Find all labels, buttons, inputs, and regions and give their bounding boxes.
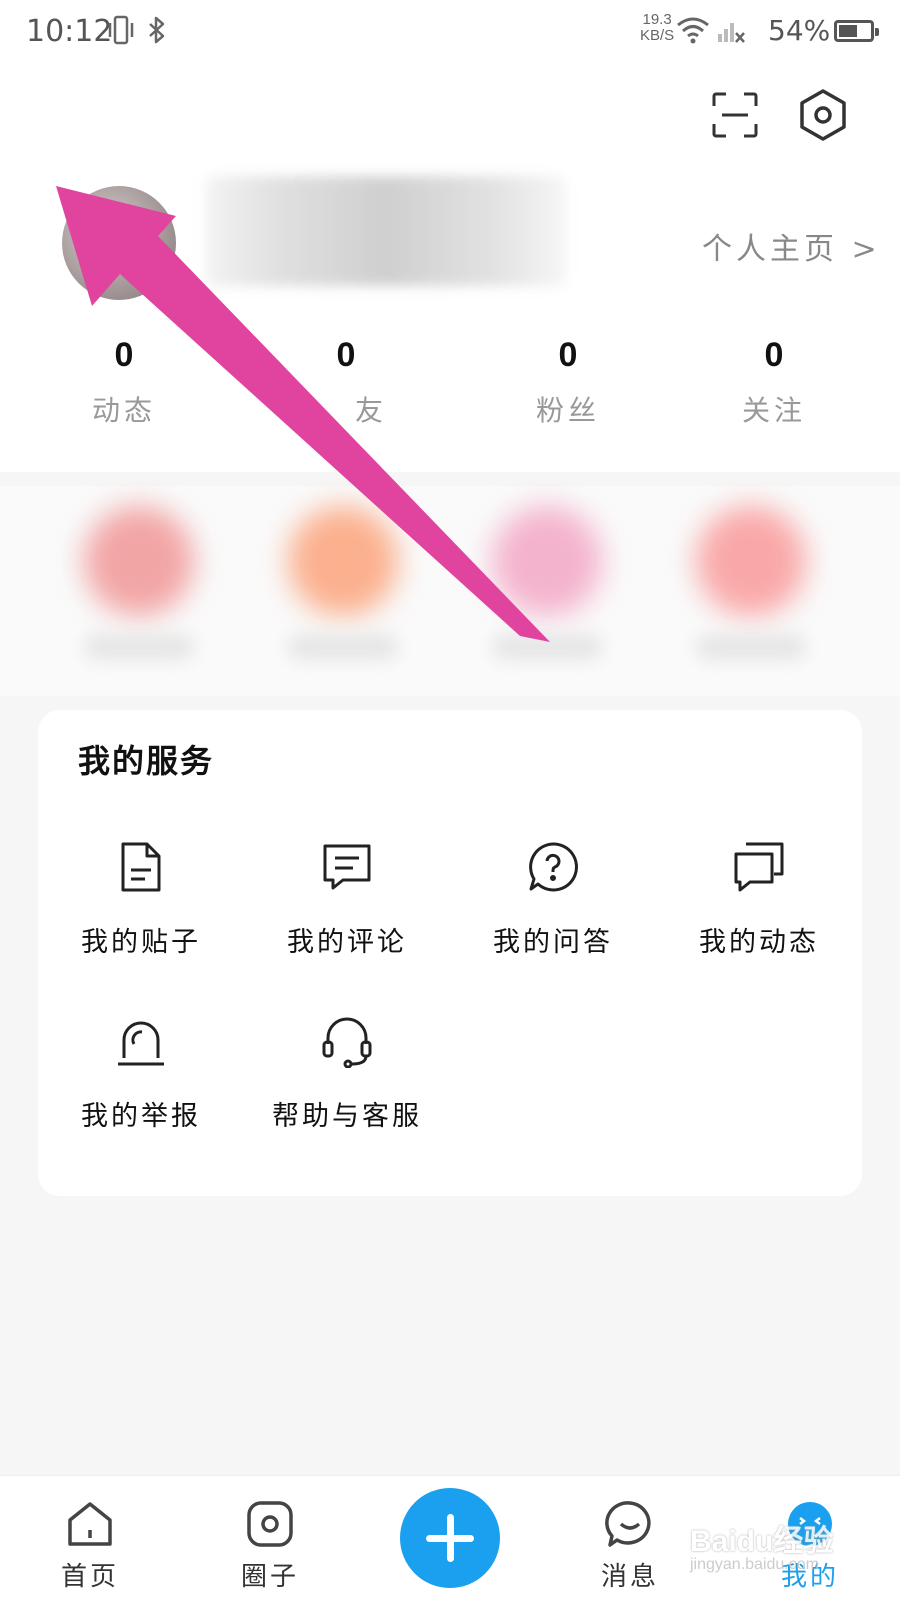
settings-icon[interactable] [798, 88, 848, 146]
comment-icon [323, 844, 371, 890]
wifi-icon [676, 16, 710, 51]
alarm-siren-icon [118, 1021, 164, 1066]
baidu-watermark-site: jingyan.baidu.com [690, 1556, 819, 1573]
shortcut-icon-blurred[interactable] [696, 506, 806, 616]
service-label: 我的动态 [699, 927, 819, 958]
nav-circle[interactable]: 圈子 [210, 1500, 330, 1593]
stat-value: 0 [336, 336, 356, 374]
message-icon [605, 1501, 651, 1547]
service-my-qa[interactable]: 我的问答 [450, 840, 656, 959]
cellular-signal-icon [716, 16, 746, 51]
home-icon [68, 1502, 112, 1546]
homepage-link[interactable]: 个人主页 > [702, 224, 881, 268]
shortcut-label-blurred [84, 634, 194, 660]
shortcut-icon-blurred[interactable] [84, 506, 194, 616]
stat-label: 粉丝 [535, 394, 600, 427]
headset-icon [322, 1017, 372, 1068]
service-my-activity[interactable]: 我的动态 [656, 840, 862, 959]
baidu-watermark: Baidu经验 [690, 1525, 834, 1558]
bluetooth-icon [146, 14, 168, 55]
service-label: 我的贴子 [81, 927, 201, 958]
service-help[interactable]: 帮助与客服 [244, 1014, 450, 1133]
chat-bubbles-icon [734, 842, 784, 892]
nav-home[interactable]: 首页 [30, 1500, 150, 1593]
scan-icon[interactable] [712, 92, 758, 142]
service-label: 我的评论 [287, 927, 407, 958]
service-my-posts[interactable]: 我的贴子 [38, 840, 244, 959]
avatar[interactable] [62, 186, 176, 300]
vibrate-icon [108, 14, 134, 55]
service-label: 帮助与客服 [272, 1101, 422, 1132]
stat-label: 友 [354, 394, 387, 427]
stat-value: 0 [114, 336, 134, 374]
question-bubble-icon [529, 842, 578, 892]
network-speed-unit: KB/S [640, 27, 675, 44]
stat-label: 关注 [741, 394, 806, 427]
stat-posts[interactable]: 0 动态 [44, 336, 204, 429]
service-label: 我的问答 [493, 927, 613, 958]
shortcut-label-blurred [288, 634, 398, 660]
status-time: 10:12 [26, 14, 113, 49]
nav-label: 圈子 [240, 1562, 299, 1592]
stat-following[interactable]: 0 关注 [694, 336, 854, 429]
username-blurred [206, 176, 566, 286]
battery-icon [834, 20, 879, 42]
network-speed: 19.3 KB/S [640, 12, 674, 44]
nav-label: 消息 [600, 1562, 659, 1592]
service-my-reports[interactable]: 我的举报 [38, 1014, 244, 1133]
services-title: 我的服务 [78, 742, 215, 780]
status-bar [0, 0, 900, 64]
document-icon [121, 842, 161, 892]
nav-messages[interactable]: 消息 [570, 1500, 690, 1593]
stat-fans[interactable]: 0 粉丝 [488, 336, 648, 429]
nav-label: 首页 [60, 1562, 119, 1592]
service-my-comments[interactable]: 我的评论 [244, 840, 450, 959]
circle-icon [247, 1501, 293, 1547]
battery-percent: 54% [768, 14, 831, 47]
stat-label: 动态 [91, 394, 156, 427]
stat-value: 0 [764, 336, 784, 374]
shortcut-icon-blurred[interactable] [492, 506, 602, 616]
network-speed-value: 19.3 [642, 11, 672, 28]
stat-friends[interactable]: 0 友 [266, 336, 426, 429]
add-post-button[interactable] [400, 1488, 500, 1588]
stat-value: 0 [558, 336, 578, 374]
service-label: 我的举报 [81, 1101, 201, 1132]
shortcut-label-blurred [696, 634, 806, 660]
shortcut-label-blurred [492, 634, 602, 660]
shortcut-icon-blurred[interactable] [288, 506, 398, 616]
